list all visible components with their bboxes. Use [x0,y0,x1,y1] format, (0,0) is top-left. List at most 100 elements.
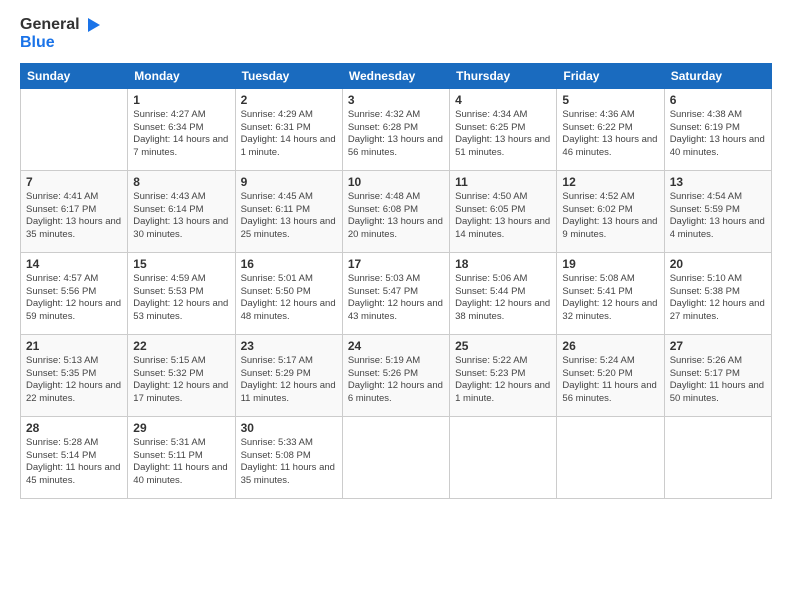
calendar-cell: 21 Sunrise: 5:13 AM Sunset: 5:35 PM Dayli… [21,334,128,416]
calendar-cell: 18 Sunrise: 5:06 AM Sunset: 5:44 PM Dayli… [450,252,557,334]
day-info: Sunrise: 5:06 AM Sunset: 5:44 PM Dayligh… [455,273,551,324]
day-info: Sunrise: 4:54 AM Sunset: 5:59 PM Dayligh… [670,191,766,242]
calendar-cell: 22 Sunrise: 5:15 AM Sunset: 5:32 PM Dayli… [128,334,235,416]
day-info: Sunrise: 4:27 AM Sunset: 6:34 PM Dayligh… [133,109,229,160]
weekday-header-sunday: Sunday [21,63,128,88]
calendar-cell: 16 Sunrise: 5:01 AM Sunset: 5:50 PM Dayli… [235,252,342,334]
day-number: 29 [133,421,229,435]
day-number: 28 [26,421,122,435]
day-info: Sunrise: 5:22 AM Sunset: 5:23 PM Dayligh… [455,355,551,406]
calendar-cell: 10 Sunrise: 4:48 AM Sunset: 6:08 PM Dayli… [342,170,449,252]
calendar-cell: 15 Sunrise: 4:59 AM Sunset: 5:53 PM Dayli… [128,252,235,334]
weekday-header-wednesday: Wednesday [342,63,449,88]
calendar-cell [342,416,449,498]
day-info: Sunrise: 4:59 AM Sunset: 5:53 PM Dayligh… [133,273,229,324]
day-number: 7 [26,175,122,189]
day-info: Sunrise: 5:26 AM Sunset: 5:17 PM Dayligh… [670,355,766,406]
day-info: Sunrise: 4:41 AM Sunset: 6:17 PM Dayligh… [26,191,122,242]
calendar-cell: 23 Sunrise: 5:17 AM Sunset: 5:29 PM Dayli… [235,334,342,416]
header: General Blue [20,16,772,53]
day-number: 26 [562,339,658,353]
day-info: Sunrise: 5:28 AM Sunset: 5:14 PM Dayligh… [26,437,122,488]
day-number: 5 [562,93,658,107]
logo-arrow-icon [82,16,100,34]
day-info: Sunrise: 4:50 AM Sunset: 6:05 PM Dayligh… [455,191,551,242]
day-number: 22 [133,339,229,353]
calendar-cell: 25 Sunrise: 5:22 AM Sunset: 5:23 PM Dayli… [450,334,557,416]
day-number: 18 [455,257,551,271]
day-number: 2 [241,93,337,107]
day-info: Sunrise: 5:24 AM Sunset: 5:20 PM Dayligh… [562,355,658,406]
day-number: 19 [562,257,658,271]
day-number: 27 [670,339,766,353]
day-number: 12 [562,175,658,189]
day-info: Sunrise: 5:17 AM Sunset: 5:29 PM Dayligh… [241,355,337,406]
calendar-cell [21,88,128,170]
calendar-cell: 9 Sunrise: 4:45 AM Sunset: 6:11 PM Daylig… [235,170,342,252]
calendar-cell: 2 Sunrise: 4:29 AM Sunset: 6:31 PM Daylig… [235,88,342,170]
day-number: 25 [455,339,551,353]
day-number: 17 [348,257,444,271]
day-number: 23 [241,339,337,353]
weekday-header-friday: Friday [557,63,664,88]
day-info: Sunrise: 5:19 AM Sunset: 5:26 PM Dayligh… [348,355,444,406]
day-number: 14 [26,257,122,271]
calendar-cell: 5 Sunrise: 4:36 AM Sunset: 6:22 PM Daylig… [557,88,664,170]
weekday-header-monday: Monday [128,63,235,88]
calendar-cell: 14 Sunrise: 4:57 AM Sunset: 5:56 PM Dayli… [21,252,128,334]
calendar-cell: 8Sunrise: 4:43 AM Sunset: 6:14 PM Daylig… [128,170,235,252]
weekday-header-saturday: Saturday [664,63,771,88]
logo: General Blue [20,16,100,53]
day-number: 1 [133,93,229,107]
calendar-cell: 7 Sunrise: 4:41 AM Sunset: 6:17 PM Daylig… [21,170,128,252]
day-number: 15 [133,257,229,271]
calendar-cell: 19 Sunrise: 5:08 AM Sunset: 5:41 PM Dayli… [557,252,664,334]
weekday-header-thursday: Thursday [450,63,557,88]
calendar-cell [450,416,557,498]
day-info: Sunrise: 5:15 AM Sunset: 5:32 PM Dayligh… [133,355,229,406]
calendar-cell: 11 Sunrise: 4:50 AM Sunset: 6:05 PM Dayli… [450,170,557,252]
day-info: Sunrise: 4:32 AM Sunset: 6:28 PM Dayligh… [348,109,444,160]
calendar-cell: 3Sunrise: 4:32 AM Sunset: 6:28 PM Daylig… [342,88,449,170]
calendar-cell: 13Sunrise: 4:54 AM Sunset: 5:59 PM Dayli… [664,170,771,252]
day-info: Sunrise: 4:36 AM Sunset: 6:22 PM Dayligh… [562,109,658,160]
day-info: Sunrise: 5:01 AM Sunset: 5:50 PM Dayligh… [241,273,337,324]
day-info: Sunrise: 4:48 AM Sunset: 6:08 PM Dayligh… [348,191,444,242]
calendar-cell: 24 Sunrise: 5:19 AM Sunset: 5:26 PM Dayli… [342,334,449,416]
day-info: Sunrise: 4:57 AM Sunset: 5:56 PM Dayligh… [26,273,122,324]
calendar-cell: 30Sunrise: 5:33 AM Sunset: 5:08 PM Dayli… [235,416,342,498]
day-info: Sunrise: 5:10 AM Sunset: 5:38 PM Dayligh… [670,273,766,324]
day-info: Sunrise: 5:33 AM Sunset: 5:08 PM Dayligh… [241,437,337,488]
day-number: 11 [455,175,551,189]
page: General Blue SundayMondayTuesdayWednesda… [0,0,792,612]
day-info: Sunrise: 5:13 AM Sunset: 5:35 PM Dayligh… [26,355,122,406]
day-number: 10 [348,175,444,189]
day-info: Sunrise: 4:52 AM Sunset: 6:02 PM Dayligh… [562,191,658,242]
calendar-cell: 4Sunrise: 4:34 AM Sunset: 6:25 PM Daylig… [450,88,557,170]
day-info: Sunrise: 5:08 AM Sunset: 5:41 PM Dayligh… [562,273,658,324]
day-info: Sunrise: 5:31 AM Sunset: 5:11 PM Dayligh… [133,437,229,488]
logo-general: General [20,16,80,34]
logo-blue: Blue [20,34,55,52]
day-info: Sunrise: 5:03 AM Sunset: 5:47 PM Dayligh… [348,273,444,324]
day-number: 20 [670,257,766,271]
day-number: 16 [241,257,337,271]
weekday-header-tuesday: Tuesday [235,63,342,88]
calendar-cell: 1 Sunrise: 4:27 AM Sunset: 6:34 PM Daylig… [128,88,235,170]
calendar-cell: 12 Sunrise: 4:52 AM Sunset: 6:02 PM Dayli… [557,170,664,252]
day-info: Sunrise: 4:29 AM Sunset: 6:31 PM Dayligh… [241,109,337,160]
day-number: 9 [241,175,337,189]
day-info: Sunrise: 4:38 AM Sunset: 6:19 PM Dayligh… [670,109,766,160]
calendar-cell: 28 Sunrise: 5:28 AM Sunset: 5:14 PM Dayli… [21,416,128,498]
calendar-cell: 20 Sunrise: 5:10 AM Sunset: 5:38 PM Dayli… [664,252,771,334]
day-number: 24 [348,339,444,353]
calendar-cell [664,416,771,498]
day-info: Sunrise: 4:45 AM Sunset: 6:11 PM Dayligh… [241,191,337,242]
day-number: 6 [670,93,766,107]
calendar-cell: 27 Sunrise: 5:26 AM Sunset: 5:17 PM Dayli… [664,334,771,416]
calendar-cell [557,416,664,498]
calendar-table: SundayMondayTuesdayWednesdayThursdayFrid… [20,63,772,499]
calendar-cell: 6 Sunrise: 4:38 AM Sunset: 6:19 PM Daylig… [664,88,771,170]
day-number: 21 [26,339,122,353]
calendar-cell: 17 Sunrise: 5:03 AM Sunset: 5:47 PM Dayli… [342,252,449,334]
